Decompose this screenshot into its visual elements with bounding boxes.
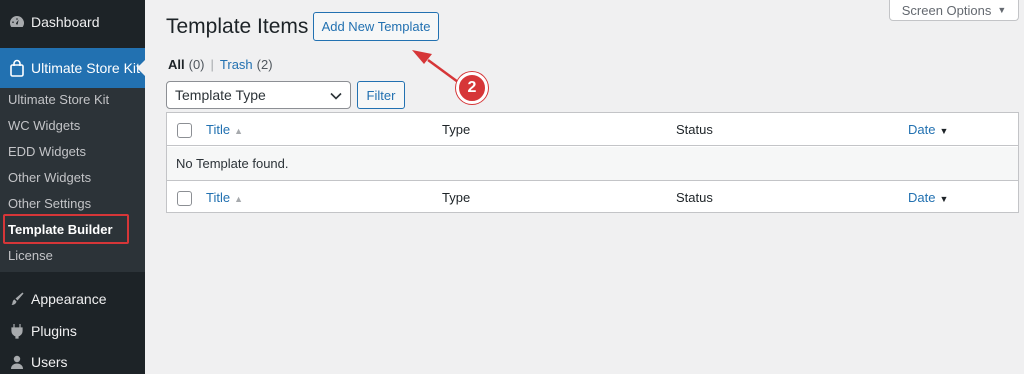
column-date-footer[interactable]: Date ▼ bbox=[908, 190, 948, 205]
menu-dashboard-label: Dashboard bbox=[31, 14, 100, 30]
user-icon bbox=[8, 353, 26, 371]
sort-desc-icon: ▼ bbox=[939, 194, 949, 204]
page-title: Template Items bbox=[166, 15, 309, 38]
view-all[interactable]: All bbox=[168, 57, 185, 72]
step-badge: 2 bbox=[456, 72, 488, 104]
shopping-bag-icon bbox=[8, 59, 26, 77]
sort-icon: ▲ bbox=[234, 126, 243, 136]
current-menu-arrow bbox=[137, 60, 145, 76]
submenu-item-wc-widgets[interactable]: WC Widgets bbox=[8, 118, 80, 133]
template-type-select[interactable]: Template Type bbox=[166, 81, 351, 109]
menu-appearance-label: Appearance bbox=[31, 291, 107, 307]
submenu-item-ultimate-store-kit[interactable]: Ultimate Store Kit bbox=[8, 92, 109, 107]
view-filters: All (0) | Trash (2) bbox=[168, 57, 273, 72]
screen-options-button[interactable]: Screen Options ▼ bbox=[889, 0, 1019, 21]
menu-ultimate-store-kit[interactable]: Ultimate Store Kit bbox=[0, 48, 145, 88]
template-items-table: Title ▲ Type Status Date ▼ No Template fou… bbox=[166, 112, 1019, 213]
admin-sidebar: Dashboard Ultimate Store Kit Ultimate St… bbox=[0, 0, 145, 374]
submenu-item-license[interactable]: License bbox=[8, 248, 53, 263]
screen-options-label: Screen Options bbox=[901, 2, 992, 18]
select-all-checkbox[interactable] bbox=[177, 123, 192, 138]
column-type-footer: Type bbox=[442, 190, 471, 205]
caret-down-icon: ▼ bbox=[997, 5, 1007, 15]
menu-plugins-label: Plugins bbox=[31, 323, 77, 339]
template-type-select-value: Template Type bbox=[175, 87, 266, 103]
menu-dashboard[interactable]: Dashboard bbox=[0, 8, 145, 36]
paintbrush-icon bbox=[8, 290, 26, 308]
view-trash-count: (2) bbox=[256, 57, 273, 72]
column-date[interactable]: Date ▼ bbox=[908, 122, 948, 137]
submenu-item-other-widgets[interactable]: Other Widgets bbox=[8, 170, 91, 185]
filter-button[interactable]: Filter bbox=[357, 81, 405, 109]
dashboard-icon bbox=[8, 13, 26, 31]
table-footer: Title ▲ Type Status Date ▼ bbox=[167, 180, 1018, 213]
column-title-footer[interactable]: Title ▲ bbox=[206, 190, 243, 205]
column-type: Type bbox=[442, 122, 471, 137]
menu-ultimate-store-kit-label: Ultimate Store Kit bbox=[31, 60, 140, 76]
column-title[interactable]: Title ▲ bbox=[206, 122, 243, 137]
template-builder-highlight bbox=[3, 214, 129, 244]
submenu: Ultimate Store Kit WC Widgets EDD Widget… bbox=[0, 88, 145, 272]
sort-desc-icon: ▼ bbox=[939, 126, 949, 136]
submenu-item-edd-widgets[interactable]: EDD Widgets bbox=[8, 144, 86, 159]
view-all-count: (0) bbox=[188, 57, 205, 72]
menu-appearance[interactable]: Appearance bbox=[0, 285, 145, 313]
empty-message: No Template found. bbox=[176, 156, 289, 171]
chevron-down-icon bbox=[330, 87, 342, 103]
empty-row: No Template found. bbox=[167, 147, 1018, 180]
column-status-footer: Status bbox=[676, 190, 713, 205]
table-header: Title ▲ Type Status Date ▼ bbox=[167, 113, 1018, 146]
view-separator: | bbox=[210, 57, 214, 72]
sort-icon: ▲ bbox=[234, 194, 243, 204]
column-status: Status bbox=[676, 122, 713, 137]
menu-users-label: Users bbox=[31, 354, 68, 370]
submenu-item-other-settings[interactable]: Other Settings bbox=[8, 196, 91, 211]
plugin-icon bbox=[8, 322, 26, 340]
add-new-template-button[interactable]: Add New Template bbox=[313, 12, 439, 41]
menu-users[interactable]: Users bbox=[0, 348, 145, 374]
menu-plugins[interactable]: Plugins bbox=[0, 317, 145, 345]
view-trash[interactable]: Trash bbox=[220, 57, 253, 72]
select-all-checkbox-footer[interactable] bbox=[177, 191, 192, 206]
